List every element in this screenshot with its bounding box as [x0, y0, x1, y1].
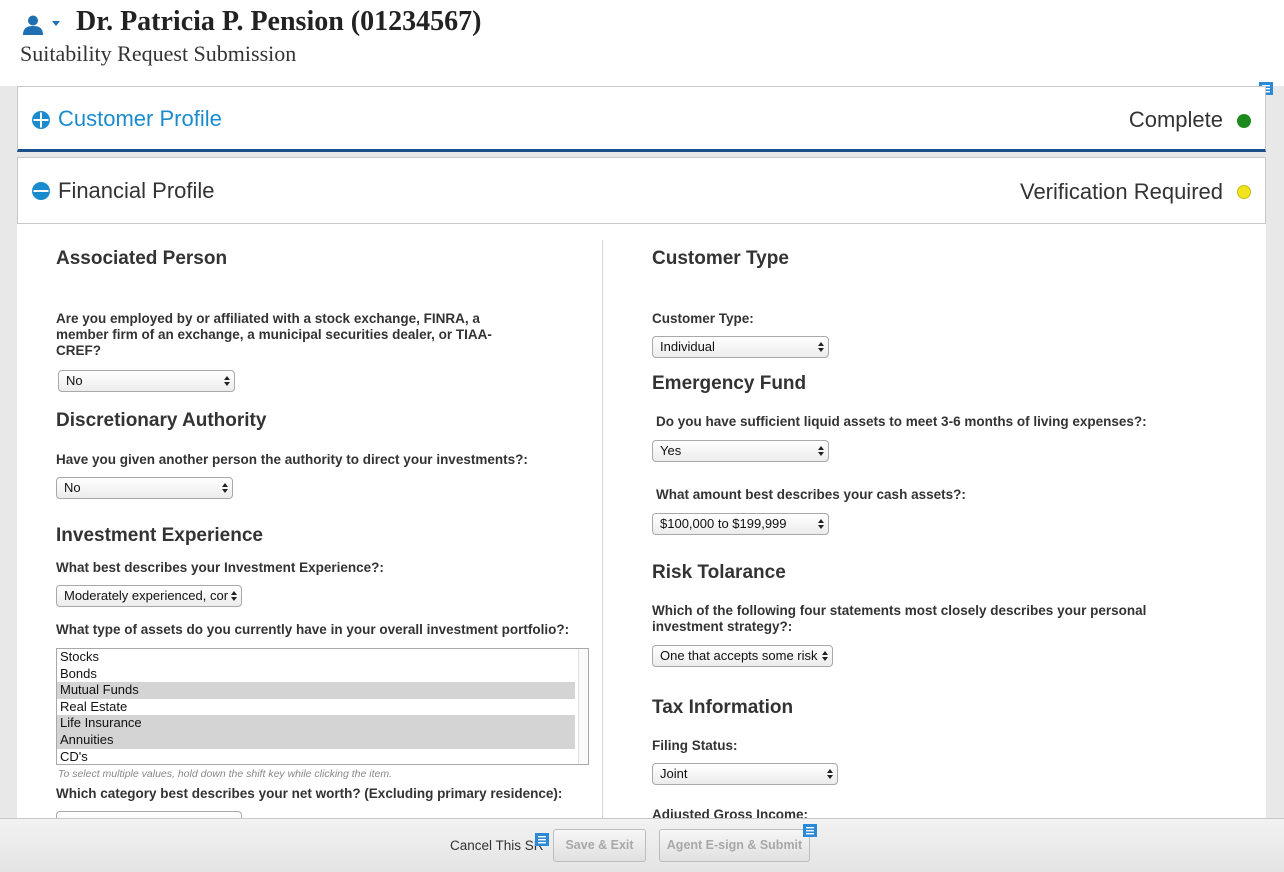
user-icon[interactable] [22, 14, 44, 36]
select-value: No [64, 480, 81, 495]
select-value: Moderately experienced, cor [64, 588, 229, 603]
select-arrows-icon [222, 483, 228, 493]
collapse-minus-icon[interactable] [32, 182, 50, 200]
select-discretionary-authority[interactable]: No [56, 477, 233, 499]
select-arrows-icon [231, 591, 237, 601]
asset-option[interactable]: CD's [57, 749, 575, 764]
select-value: No [66, 373, 83, 388]
question-emergency-fund: Do you have sufficient liquid assets to … [656, 414, 1147, 429]
action-footer: Cancel This SR Save & Exit Agent E-sign … [0, 818, 1284, 872]
multi-select-hint: To select multiple values, hold down the… [58, 768, 393, 780]
select-value: Yes [660, 443, 682, 458]
select-customer-type[interactable]: Individual [652, 336, 829, 358]
select-value: Joint [660, 766, 688, 781]
label-customer-type: Customer Type: [652, 311, 754, 326]
section-title-financial-profile[interactable]: Financial Profile [58, 178, 215, 204]
note-icon[interactable] [803, 824, 817, 837]
question-associated-person: Are you employed by or affiliated with a… [56, 311, 492, 358]
column-divider [602, 240, 603, 820]
question-asset-types: What type of assets do you currently hav… [56, 622, 570, 637]
asset-option[interactable]: Bonds [57, 666, 575, 683]
select-emergency-fund[interactable]: Yes [652, 440, 829, 462]
select-filing-status[interactable]: Joint [652, 763, 838, 785]
select-arrows-icon [822, 651, 828, 661]
question-discretionary-authority: Have you given another person the author… [56, 452, 528, 467]
select-risk-tolerance[interactable]: One that accepts some risk [652, 645, 833, 667]
page-title: Dr. Patricia P. Pension (01234567) [76, 6, 482, 37]
status-dot-verification [1237, 185, 1251, 199]
status-label-customer-profile: Complete [1128, 107, 1223, 132]
question-net-worth: Which category best describes your net w… [56, 786, 563, 801]
expand-plus-icon[interactable] [32, 111, 50, 129]
asset-option[interactable]: Annuities [57, 731, 575, 749]
asset-option[interactable]: Mutual Funds [57, 682, 575, 699]
heading-investment-experience: Investment Experience [56, 525, 263, 546]
asset-option[interactable]: Stocks [57, 649, 575, 666]
asset-types-listbox[interactable]: Stocks Bonds Mutual Funds Real Estate Life I… [56, 648, 589, 765]
select-value: $100,000 to $199,999 [660, 516, 787, 531]
financial-profile-form: Associated Person Are you employed by or… [17, 224, 1266, 820]
note-icon[interactable] [535, 833, 549, 846]
asset-option[interactable]: Real Estate [57, 699, 575, 716]
page-header: Dr. Patricia P. Pension (01234567) Suita… [0, 0, 1284, 86]
select-associated-person[interactable]: No [58, 370, 235, 392]
select-arrows-icon [224, 376, 230, 386]
select-cash-assets[interactable]: $100,000 to $199,999 [652, 513, 829, 535]
status-label-financial-profile: Verification Required [1019, 179, 1223, 204]
label-filing-status: Filing Status: [652, 738, 738, 753]
section-customer-profile[interactable]: Customer Profile Complete [17, 86, 1266, 152]
heading-customer-type: Customer Type [652, 248, 789, 269]
question-cash-assets: What amount best describes your cash ass… [656, 487, 966, 502]
select-value: One that accepts some risk [660, 648, 818, 663]
agent-esign-submit-button[interactable]: Agent E-sign & Submit [659, 829, 810, 862]
question-investment-experience: What best describes your Investment Expe… [56, 560, 384, 575]
select-value: Individual [660, 339, 715, 354]
cancel-sr-link[interactable]: Cancel This SR [450, 838, 544, 853]
listbox-scrollbar[interactable] [578, 649, 588, 764]
save-exit-button[interactable]: Save & Exit [553, 829, 646, 862]
select-arrows-icon [818, 446, 824, 456]
heading-risk-tolerance: Risk Tolarance [652, 562, 786, 583]
select-arrows-icon [827, 769, 833, 779]
question-risk-tolerance: Which of the following four statements m… [652, 603, 1147, 634]
chevron-down-icon[interactable] [52, 21, 60, 27]
heading-tax-information: Tax Information [652, 697, 794, 718]
heading-emergency-fund: Emergency Fund [652, 373, 807, 394]
select-arrows-icon [818, 519, 824, 529]
heading-discretionary-authority: Discretionary Authority [56, 410, 267, 431]
heading-associated-person: Associated Person [56, 248, 228, 269]
asset-option[interactable]: Life Insurance [57, 715, 575, 732]
status-dot-complete [1237, 114, 1251, 128]
section-title-customer-profile[interactable]: Customer Profile [58, 106, 222, 132]
section-financial-profile[interactable]: Financial Profile Verification Required [17, 157, 1266, 224]
page-subtitle: Suitability Request Submission [20, 41, 297, 66]
select-arrows-icon [818, 342, 824, 352]
select-investment-experience[interactable]: Moderately experienced, cor [56, 585, 242, 607]
